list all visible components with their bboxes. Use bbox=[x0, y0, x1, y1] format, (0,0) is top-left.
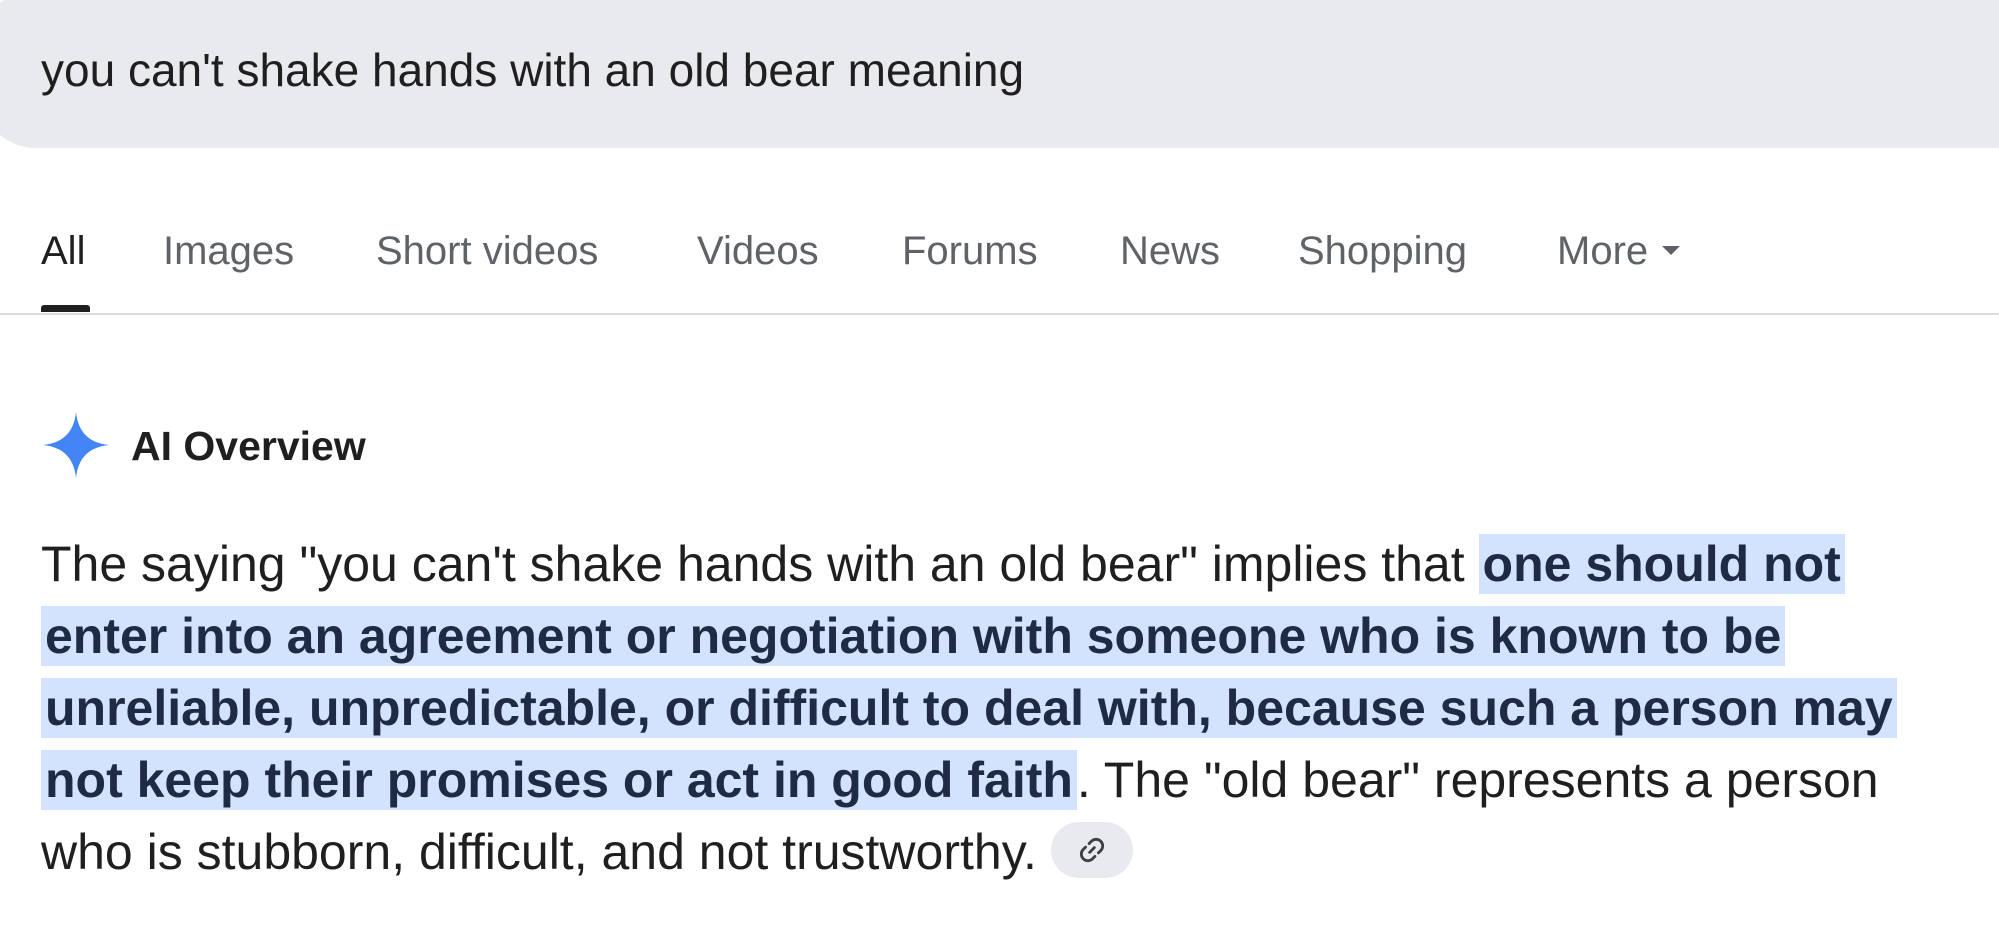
ai-overview-text: The saying "you can't shake hands with a… bbox=[41, 528, 1961, 888]
tab-all[interactable]: All bbox=[41, 227, 85, 275]
tab-news[interactable]: News bbox=[1120, 227, 1220, 275]
ai-text-intro: The saying "you can't shake hands with a… bbox=[41, 536, 1479, 592]
search-tabs: All Images Short videos Videos Forums Ne… bbox=[0, 215, 1999, 315]
chevron-down-icon bbox=[1662, 245, 1681, 255]
tabs-divider bbox=[0, 313, 1999, 315]
tab-more[interactable]: More bbox=[1557, 227, 1681, 275]
tab-shopping[interactable]: Shopping bbox=[1298, 227, 1467, 275]
link-icon bbox=[1079, 837, 1104, 862]
tab-forums[interactable]: Forums bbox=[902, 227, 1038, 275]
source-link-button[interactable] bbox=[1050, 821, 1133, 878]
tab-videos[interactable]: Videos bbox=[697, 227, 819, 275]
tab-short-videos[interactable]: Short videos bbox=[376, 227, 598, 275]
search-input[interactable]: you can't shake hands with an old bear m… bbox=[41, 42, 1024, 98]
tab-images[interactable]: Images bbox=[163, 227, 294, 275]
tab-more-label: More bbox=[1557, 229, 1649, 273]
ai-overview-title: AI Overview bbox=[131, 423, 366, 469]
sparkle-icon bbox=[43, 412, 109, 478]
active-tab-indicator bbox=[41, 305, 90, 312]
